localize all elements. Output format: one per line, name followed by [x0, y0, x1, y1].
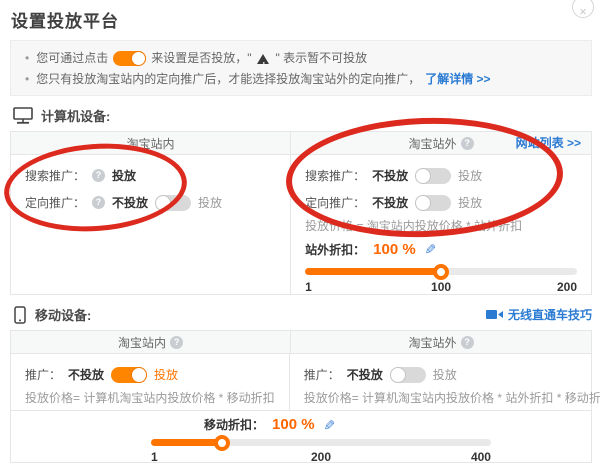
promo-row: 推广： 不投放 投放: [25, 362, 275, 387]
tick-min: 1: [151, 450, 264, 464]
computer-table-header: 淘宝站内 淘宝站外 ? 网站列表 >>: [11, 132, 591, 155]
computer-offsite-cell: 搜索推广： 不投放 投放 定向推广： 不投放 投放 投放价格 = 淘宝站内投放价…: [291, 155, 591, 294]
state-alt-label: 投放: [458, 194, 482, 211]
notice-line-1: • 您可通过点击 来设置是否投放，" " 表示暂不可投放: [25, 48, 579, 69]
edit-pencil-icon[interactable]: ✎: [321, 419, 335, 431]
notice-text: 来设置是否投放，": [151, 48, 251, 69]
promo-row: 推广： 不投放 投放: [304, 362, 600, 387]
mobile-table: 淘宝站内 ? 淘宝站外 ? 推广： 不投放 投放 投放价格= 计算机淘宝站内投放…: [10, 330, 592, 463]
edit-pencil-icon[interactable]: ✎: [423, 243, 437, 255]
state-label: 不投放: [68, 366, 104, 383]
tick-max: 200: [486, 280, 577, 294]
header-label: 淘宝站内: [127, 135, 175, 152]
header-taobao-onsite: 淘宝站内: [11, 132, 291, 154]
notice-text: 您只有投放淘宝站内的定向推广后，才能选择投放淘宝站外的定向推广，: [36, 69, 420, 90]
mobile-table-body: 推广： 不投放 投放 投放价格= 计算机淘宝站内投放价格 * 移动折扣 推广： …: [11, 354, 591, 410]
computer-onsite-cell: 搜索推广： ? 投放 定向推广： ? 不投放 投放: [11, 155, 291, 294]
mobile-phone-icon: [13, 306, 27, 324]
mobile-discount-section: 移动折扣： 100 % ✎ 1 200 400: [11, 410, 591, 464]
bullet-icon: •: [25, 69, 29, 90]
help-icon[interactable]: ?: [92, 196, 105, 209]
notice-text: " 表示暂不可投放: [275, 48, 367, 69]
row-label: 推广：: [304, 366, 340, 383]
help-icon[interactable]: ?: [461, 336, 474, 349]
page-title: 设置投放平台: [11, 7, 600, 32]
mobile-onsite-toggle[interactable]: [111, 367, 147, 383]
computer-section-header: 计算机设备:: [13, 106, 592, 125]
mobile-onsite-cell: 推广： 不投放 投放 投放价格= 计算机淘宝站内投放价格 * 移动折扣: [11, 354, 290, 410]
price-formula: 投放价格= 计算机淘宝站内投放价格 * 移动折扣: [25, 391, 275, 406]
state-alt-label: 投放: [154, 366, 178, 383]
targeted-promo-row: 定向推广： ? 不投放 投放: [25, 190, 276, 215]
mobile-table-header: 淘宝站内 ? 淘宝站外 ?: [11, 331, 591, 354]
search-promo-row: 搜索推广： ? 投放: [25, 163, 276, 188]
discount-label: 站外折扣：: [305, 241, 365, 258]
state-label: 不投放: [372, 167, 408, 184]
row-label: 推广：: [25, 366, 61, 383]
row-label: 定向推广：: [25, 194, 85, 211]
help-icon[interactable]: ?: [92, 169, 105, 182]
row-label: 搜索推广：: [305, 167, 365, 184]
wireless-tips-link[interactable]: 无线直通车技巧: [508, 306, 592, 323]
bullet-icon: •: [25, 48, 29, 69]
mobile-discount-row: 移动折扣： 100 % ✎: [204, 415, 491, 434]
header-taobao-offsite: 淘宝站外 ?: [291, 331, 591, 353]
state-label: 不投放: [112, 194, 148, 211]
slider-ticks: 1 100 200: [305, 280, 577, 294]
state-label: 投放: [112, 167, 136, 184]
state-alt-label: 投放: [433, 366, 457, 383]
discount-value: 100 %: [272, 416, 315, 433]
state-alt-label: 投放: [198, 194, 222, 211]
tick-mid: 200: [264, 450, 377, 464]
toggle-example-icon: [113, 51, 146, 66]
computer-table: 淘宝站内 淘宝站外 ? 网站列表 >> 搜索推广： ? 投放 定向推广： ? 不…: [10, 131, 592, 295]
targeted-promo-row: 定向推广： 不投放 投放: [305, 190, 577, 215]
mobile-discount-slider[interactable]: [151, 439, 491, 446]
learn-more-link[interactable]: 了解详情 >>: [425, 69, 490, 90]
header-label: 淘宝站内: [118, 334, 166, 351]
site-list-link[interactable]: 网站列表 >>: [516, 132, 581, 155]
warning-triangle-icon: [257, 54, 269, 64]
discount-value: 100 %: [373, 241, 416, 258]
discount-label: 移动折扣：: [204, 416, 264, 433]
mobile-offsite-toggle[interactable]: [390, 367, 426, 383]
computer-section-title: 计算机设备:: [41, 106, 110, 125]
targeted-promo-toggle[interactable]: [415, 195, 451, 211]
slider-ticks: 1 200 400: [151, 450, 491, 464]
mobile-section-title: 移动设备:: [35, 305, 91, 324]
help-icon[interactable]: ?: [170, 336, 183, 349]
notice-text: 您可通过点击: [36, 48, 108, 69]
search-promo-row: 搜索推广： 不投放 投放: [305, 163, 577, 188]
notice-box: • 您可通过点击 来设置是否投放，" " 表示暂不可投放 • 您只有投放淘宝站内…: [10, 40, 592, 96]
state-label: 不投放: [347, 366, 383, 383]
state-alt-label: 投放: [458, 167, 482, 184]
computer-table-body: 搜索推广： ? 投放 定向推广： ? 不投放 投放 搜索推广： 不投放 投放 定…: [11, 155, 591, 294]
notice-line-2: • 您只有投放淘宝站内的定向推广后，才能选择投放淘宝站外的定向推广， 了解详情 …: [25, 69, 579, 90]
slider-fill: [305, 268, 441, 275]
offsite-discount-slider[interactable]: [305, 268, 577, 275]
row-label: 定向推广：: [305, 194, 365, 211]
mobile-section-header: 移动设备: 无线直通车技巧: [13, 305, 592, 324]
price-formula: 投放价格= 计算机淘宝站内投放价格 * 站外折扣 * 移动折扣: [304, 391, 600, 406]
search-promo-toggle[interactable]: [415, 168, 451, 184]
targeted-promo-toggle[interactable]: [155, 195, 191, 211]
computer-icon: [13, 107, 33, 124]
price-formula: 投放价格 = 淘宝站内投放价格 * 站外折扣: [305, 219, 577, 234]
state-label: 不投放: [372, 194, 408, 211]
offsite-discount-row: 站外折扣： 100 % ✎: [305, 238, 577, 260]
slider-fill: [151, 439, 222, 446]
help-icon[interactable]: ?: [461, 137, 474, 150]
row-label: 搜索推广：: [25, 167, 85, 184]
tick-min: 1: [305, 280, 396, 294]
video-camera-icon: [486, 308, 504, 321]
mobile-offsite-cell: 推广： 不投放 投放 投放价格= 计算机淘宝站内投放价格 * 站外折扣 * 移动…: [290, 354, 600, 410]
slider-handle[interactable]: [433, 264, 449, 280]
tick-max: 400: [378, 450, 491, 464]
header-label: 淘宝站外: [409, 334, 457, 351]
tick-mid: 100: [396, 280, 487, 294]
header-taobao-onsite: 淘宝站内 ?: [11, 331, 291, 353]
header-label: 淘宝站外: [409, 135, 457, 152]
header-taobao-offsite: 淘宝站外 ? 网站列表 >>: [291, 132, 591, 154]
